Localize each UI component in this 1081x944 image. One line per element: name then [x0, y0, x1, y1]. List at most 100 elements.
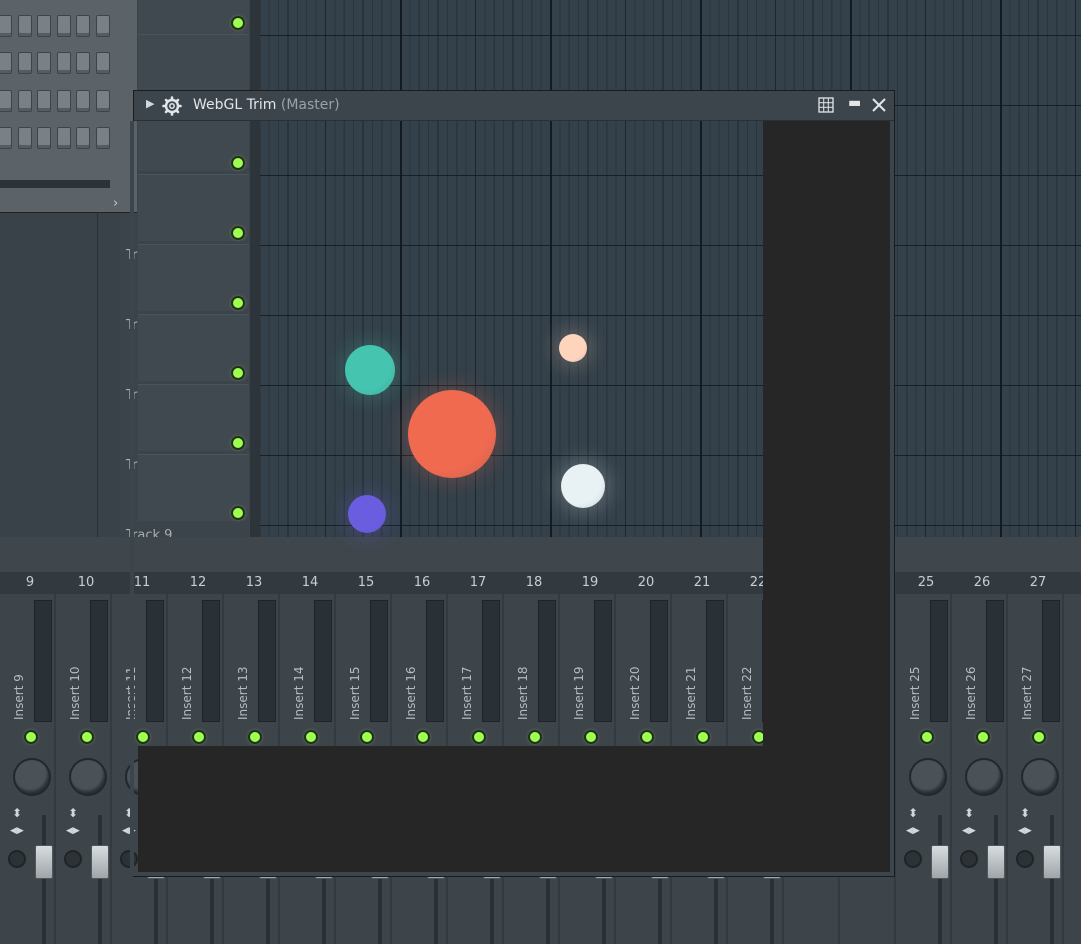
volume-small-knob[interactable]	[1016, 850, 1034, 868]
volume-small-knob[interactable]	[8, 850, 26, 868]
pan-knob[interactable]	[69, 758, 107, 796]
chevron-right-icon[interactable]: ›	[113, 196, 118, 211]
step-button[interactable]	[76, 52, 90, 74]
mixer-insert-name: Insert 26	[964, 666, 978, 720]
stereo-separation-icon[interactable]: ⬍	[12, 806, 22, 820]
mixer-mute-led[interactable]	[82, 732, 92, 742]
pan-knob[interactable]	[965, 758, 1003, 796]
swap-channels-icon[interactable]: ◀▶	[962, 826, 976, 836]
step-button[interactable]	[95, 127, 110, 149]
step-button[interactable]	[56, 90, 71, 112]
fader-track	[98, 815, 102, 944]
stereo-separation-icon[interactable]: ⬍	[1020, 806, 1030, 820]
volume-fader[interactable]	[987, 845, 1005, 879]
step-button[interactable]	[37, 90, 51, 112]
stereo-separation-icon[interactable]: ⬍	[964, 806, 974, 820]
channel-rack-row	[0, 127, 120, 149]
webgl-canvas[interactable]	[138, 121, 890, 872]
mixer-insert-name: Insert 9	[12, 674, 26, 720]
fader-track	[1050, 815, 1054, 944]
canvas-opaque-right	[763, 121, 890, 872]
channel-rack-row	[0, 52, 120, 74]
mixer-track-number: 9	[25, 575, 35, 590]
mixer-mute-led[interactable]	[26, 732, 36, 742]
volume-small-knob[interactable]	[960, 850, 978, 868]
step-button[interactable]	[0, 90, 12, 112]
grid-icon[interactable]	[818, 97, 834, 113]
minimize-icon[interactable]: ▬	[848, 95, 861, 111]
peak-meter	[90, 600, 108, 722]
pan-knob[interactable]	[13, 758, 51, 796]
swap-channels-icon[interactable]: ◀▶	[906, 826, 920, 836]
peak-meter	[986, 600, 1004, 722]
swap-channels-icon[interactable]: ◀▶	[10, 826, 24, 836]
volume-small-knob[interactable]	[64, 850, 82, 868]
coral-orb	[408, 390, 496, 478]
plugin-window: ▶ WebGL Trim (Master) ▬	[130, 90, 895, 877]
step-button[interactable]	[76, 127, 90, 149]
step-button[interactable]	[95, 52, 110, 74]
step-button[interactable]	[37, 15, 51, 37]
peach-orb	[559, 334, 587, 362]
track-mute-led[interactable]	[233, 18, 243, 28]
peak-meter	[930, 600, 948, 722]
step-button[interactable]	[37, 127, 51, 149]
fader-track	[938, 815, 942, 944]
channel-rack-scrollbar[interactable]	[0, 180, 110, 188]
mixer-mute-led[interactable]	[922, 732, 932, 742]
step-button[interactable]	[17, 52, 32, 74]
step-button[interactable]	[17, 90, 32, 112]
channel-rack: ›	[0, 0, 137, 213]
window-right-border	[890, 121, 894, 876]
violet-orb	[348, 495, 386, 533]
step-button[interactable]	[56, 15, 71, 37]
channel-rack-row	[0, 90, 120, 112]
step-button[interactable]	[0, 15, 12, 37]
gear-icon[interactable]	[162, 96, 182, 116]
fader-track	[994, 815, 998, 944]
volume-fader[interactable]	[35, 845, 53, 879]
mixer-track-number: 27	[1029, 575, 1047, 590]
volume-fader[interactable]	[91, 845, 109, 879]
teal-orb	[345, 345, 395, 395]
step-button[interactable]	[17, 15, 32, 37]
step-button[interactable]	[0, 52, 12, 74]
step-button[interactable]	[0, 127, 12, 149]
step-button[interactable]	[76, 90, 90, 112]
peak-meter	[34, 600, 52, 722]
pan-knob[interactable]	[909, 758, 947, 796]
mixer-insert-name: Insert 10	[68, 666, 82, 720]
track-header[interactable]	[138, 0, 249, 31]
volume-small-knob[interactable]	[904, 850, 922, 868]
triangle-right-icon[interactable]: ▶	[146, 97, 154, 110]
canvas-opaque-bottom	[138, 746, 763, 872]
mixer-track-number: 10	[77, 575, 95, 590]
mixer-mute-led[interactable]	[978, 732, 988, 742]
plugin-title: WebGL Trim (Master)	[193, 97, 340, 113]
fader-track	[42, 815, 46, 944]
mixer-insert-name: Insert 27	[1020, 666, 1034, 720]
stereo-separation-icon[interactable]: ⬍	[68, 806, 78, 820]
volume-fader[interactable]	[1043, 845, 1061, 879]
step-button[interactable]	[17, 127, 32, 149]
plugin-titlebar[interactable]: ▶ WebGL Trim (Master) ▬	[134, 91, 894, 121]
browser-gutter	[0, 210, 120, 537]
peak-meter	[1042, 600, 1060, 722]
volume-fader[interactable]	[931, 845, 949, 879]
step-button[interactable]	[95, 15, 110, 37]
step-button[interactable]	[37, 52, 51, 74]
pan-knob[interactable]	[1021, 758, 1059, 796]
step-button[interactable]	[56, 127, 71, 149]
mixer-track-number: 26	[973, 575, 991, 590]
window-left-border	[130, 121, 134, 876]
swap-channels-icon[interactable]: ◀▶	[66, 826, 80, 836]
step-button[interactable]	[56, 52, 71, 74]
swap-channels-icon[interactable]: ◀▶	[1018, 826, 1032, 836]
canvas-transparent-region[interactable]	[138, 121, 763, 746]
stereo-separation-icon[interactable]: ⬍	[908, 806, 918, 820]
step-button[interactable]	[76, 15, 90, 37]
step-button[interactable]	[95, 90, 110, 112]
close-icon[interactable]	[871, 97, 887, 113]
plugin-subtitle: (Master)	[280, 97, 340, 113]
mixer-mute-led[interactable]	[1034, 732, 1044, 742]
